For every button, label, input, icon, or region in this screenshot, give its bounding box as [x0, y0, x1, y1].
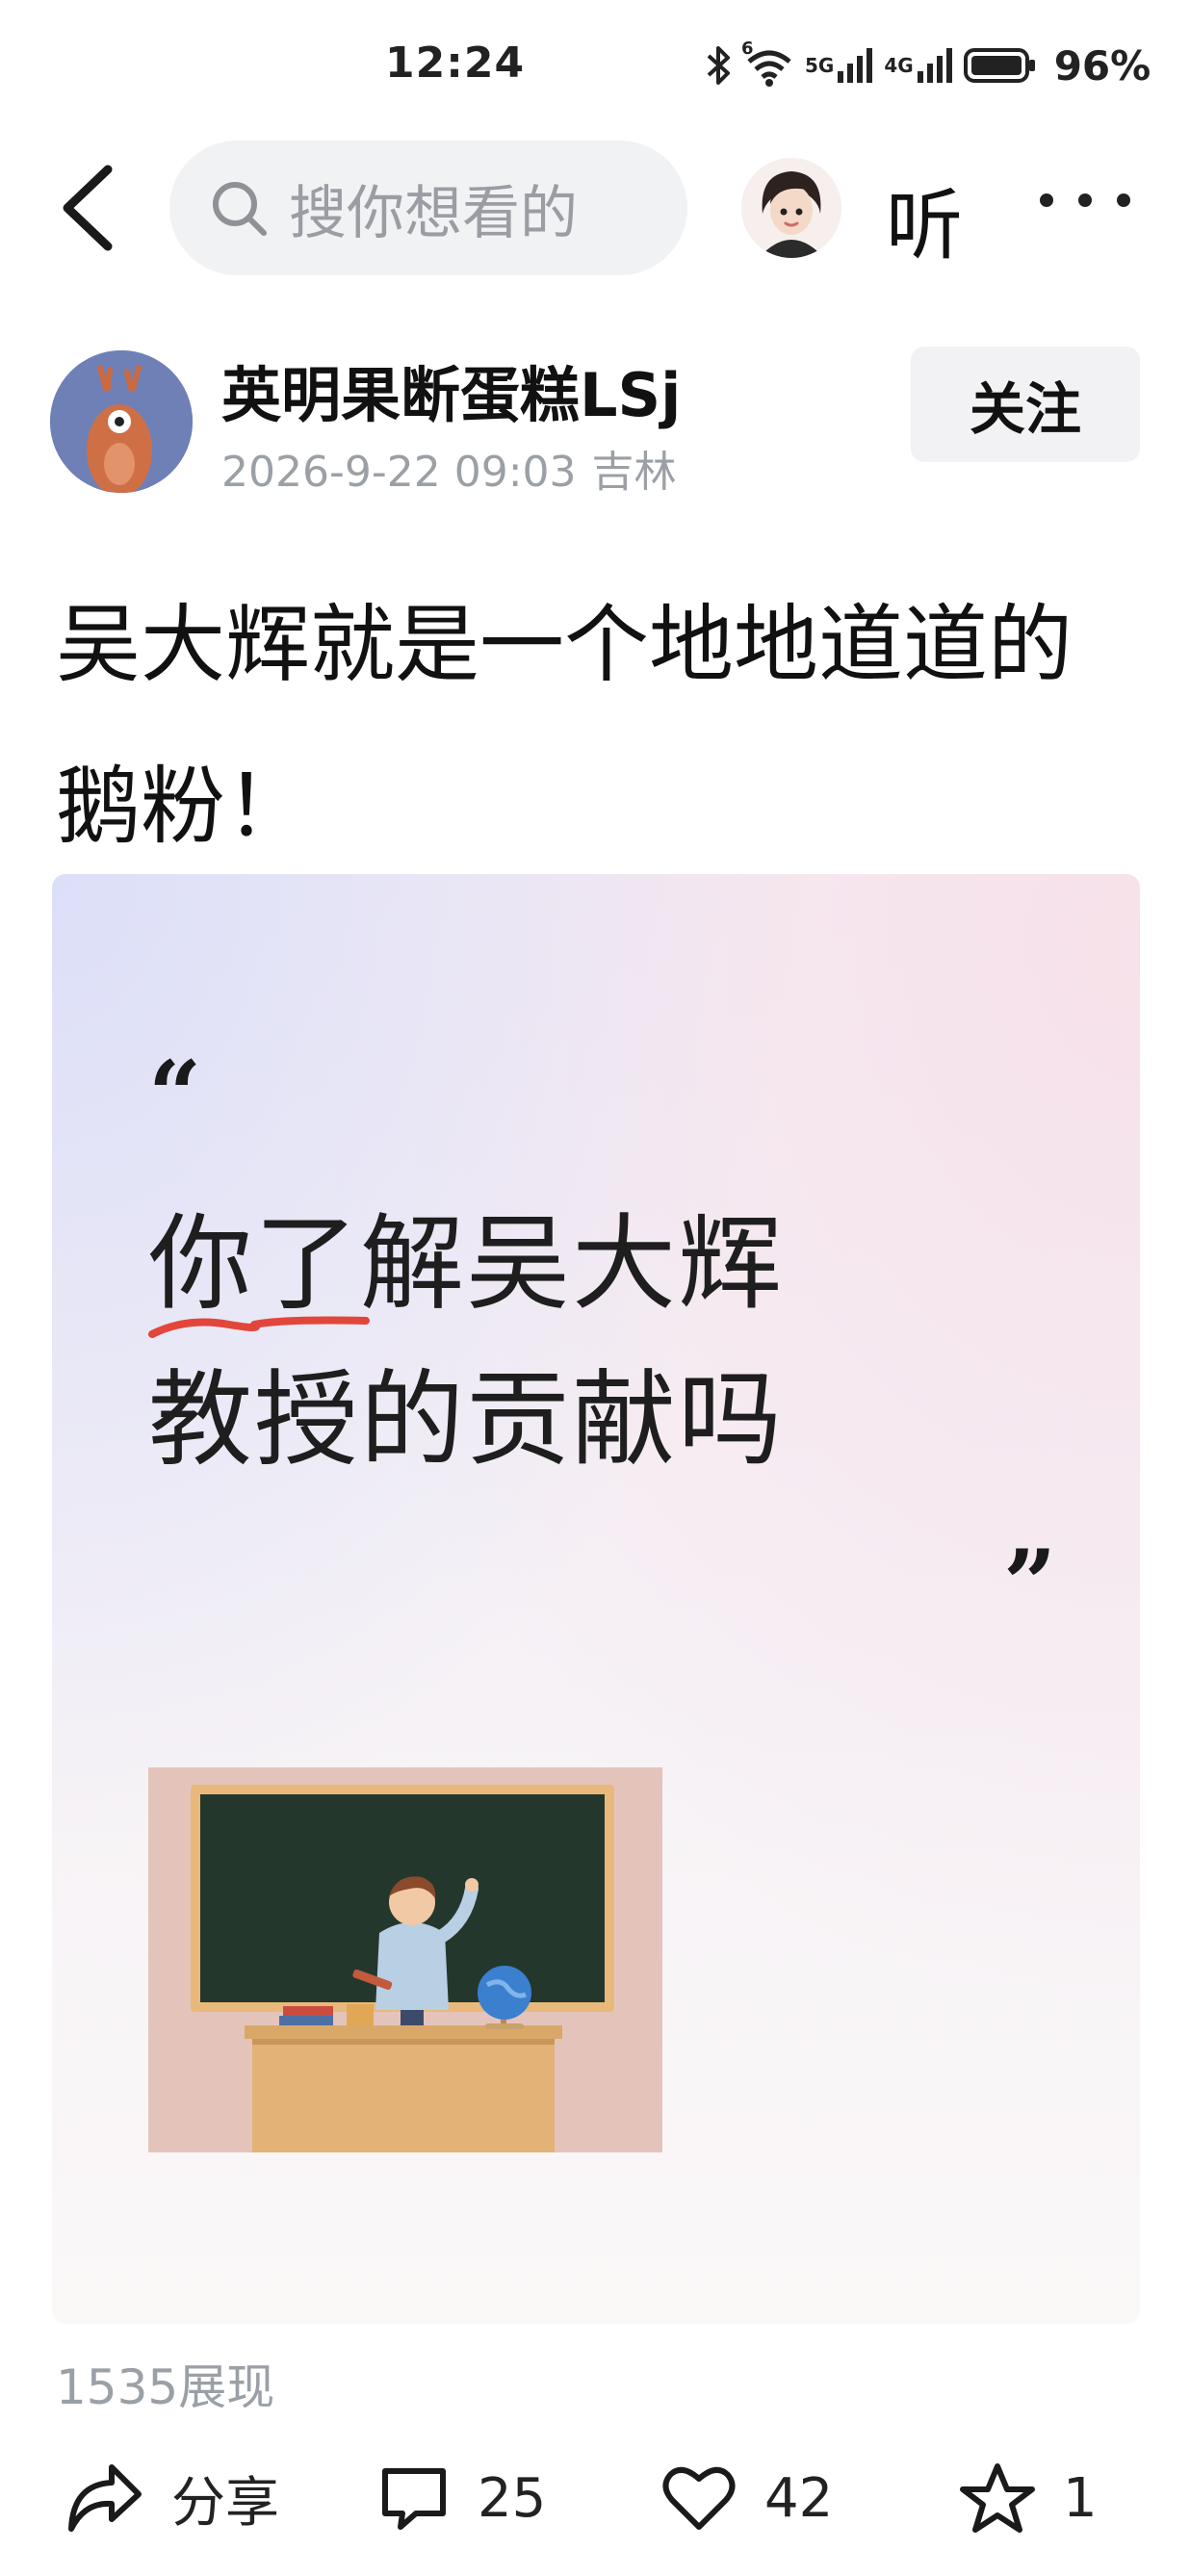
signal-5g-icon — [838, 48, 873, 83]
more-dot — [1040, 193, 1053, 207]
heart-icon — [662, 2466, 736, 2530]
search-icon — [213, 182, 267, 236]
avatar-illustration — [741, 158, 841, 258]
post-title: 吴大辉就是一个地地道道的鹅粉！ — [56, 595, 1074, 856]
signal-4g-icon — [917, 48, 952, 83]
author-row: 英明果断蛋糕LSj 2026-9-22 09:03 吉林 关注 — [0, 337, 1190, 501]
search-placeholder: 搜你想看的 — [289, 179, 578, 247]
battery-percent: 96% — [1053, 41, 1151, 90]
voice-avatar[interactable] — [741, 158, 841, 258]
more-dot — [1117, 193, 1130, 207]
author-avatar-image — [50, 350, 193, 493]
status-time: 12:24 — [385, 39, 526, 88]
classroom-illustration — [148, 1767, 662, 2152]
post-meta: 2026-9-22 09:03 吉林 — [221, 437, 677, 499]
post-location: 吉林 — [591, 448, 677, 497]
quote-close-mark: ” — [1003, 1530, 1057, 1638]
more-dot — [1078, 193, 1092, 207]
post-image[interactable]: “ 你了解吴大辉 教授的贡献吗 ” — [52, 874, 1140, 2324]
share-label: 分享 — [171, 2471, 279, 2535]
post-date: 2026-9-22 09:03 — [221, 448, 577, 497]
wifi-badge: 6 — [741, 39, 754, 59]
comment-button[interactable]: 25 — [377, 2445, 546, 2551]
favorite-button[interactable]: 1 — [959, 2445, 1098, 2551]
author-name[interactable]: 英明果断蛋糕LSj — [221, 347, 681, 433]
top-nav: 搜你想看的 听 — [0, 135, 1190, 279]
share-icon — [68, 2464, 142, 2532]
star-icon — [960, 2463, 1035, 2533]
views-count: 1535展现 — [56, 2359, 275, 2415]
search-input[interactable]: 搜你想看的 — [169, 141, 687, 275]
network-label-4g: 4G — [884, 54, 914, 77]
teacher-illustration — [148, 1767, 662, 2152]
back-button[interactable] — [48, 162, 135, 254]
quote-open-mark: “ — [148, 1041, 202, 1149]
status-bar: 12:24 6 5G 4G 96% — [0, 0, 1190, 135]
comment-icon — [382, 2468, 446, 2530]
image-text-line-2: 教授的贡献吗 — [148, 1360, 785, 1481]
author-avatar[interactable] — [50, 350, 193, 493]
like-count: 42 — [764, 2466, 834, 2530]
follow-button[interactable]: 关注 — [911, 347, 1140, 462]
share-button[interactable]: 分享 — [64, 2445, 279, 2551]
network-label-5g: 5G — [805, 54, 835, 77]
favorite-count: 1 — [1063, 2466, 1098, 2530]
status-icons: 6 5G 4G 96% — [705, 39, 1151, 92]
article-page: 12:24 6 5G 4G 96% 搜你想看的 听 英明果断蛋糕LSj 2026… — [0, 0, 1190, 2576]
comment-count: 25 — [478, 2466, 547, 2530]
chevron-left-icon — [63, 165, 113, 251]
like-button[interactable]: 42 — [660, 2445, 833, 2551]
listen-button[interactable]: 听 — [886, 164, 963, 275]
battery-icon — [963, 48, 1035, 83]
action-bar: 分享 25 42 1 — [0, 2445, 1190, 2551]
wifi-icon: 6 — [741, 39, 795, 87]
bluetooth-icon — [707, 46, 730, 85]
more-options-icon[interactable] — [1040, 193, 1155, 231]
